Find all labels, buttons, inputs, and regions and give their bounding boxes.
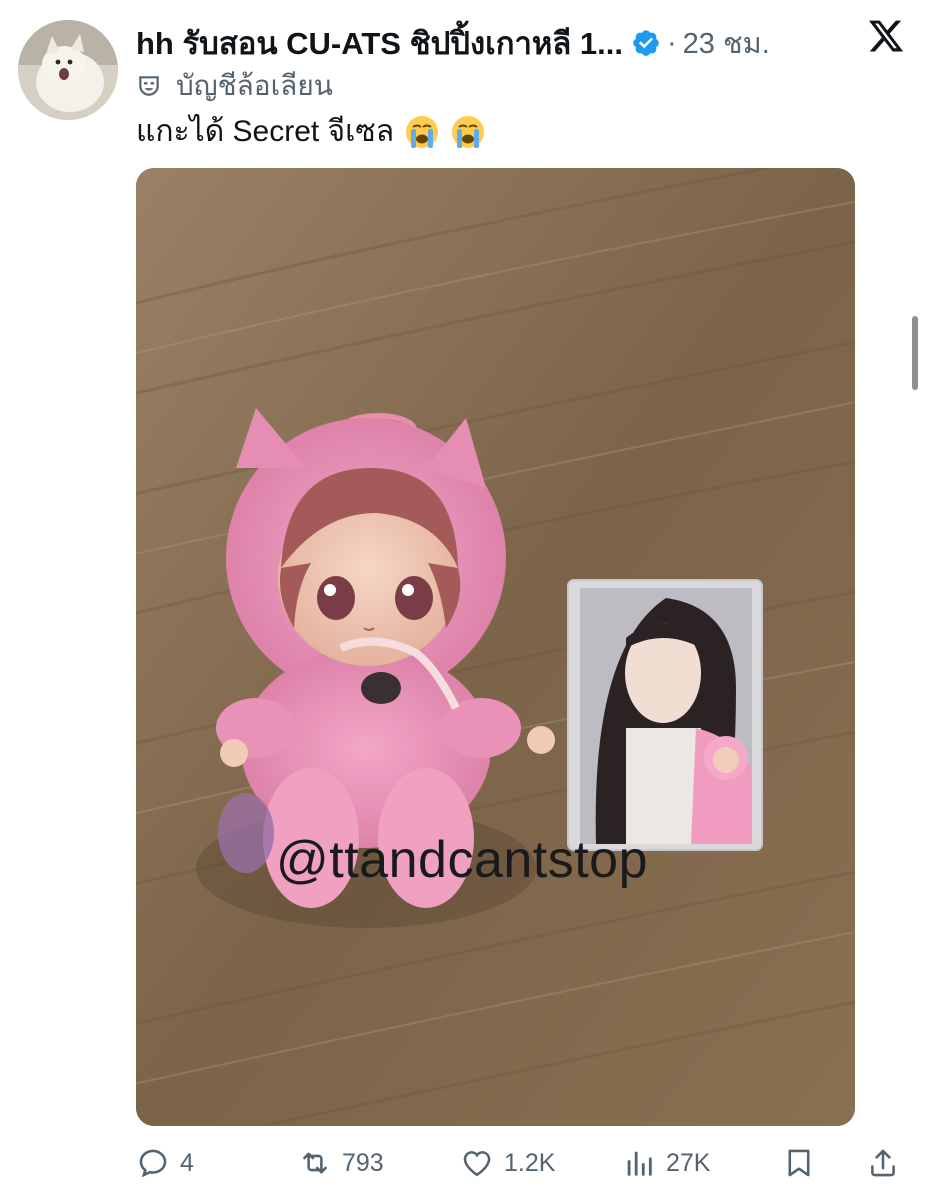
share-button[interactable] [866,1140,900,1186]
tweet-screenshot: hh รับสอน CU-ATS ชิปปิ้งเกาหลี 1... · 23… [0,0,926,1200]
post-time[interactable]: 23 ชม. [683,20,770,66]
parody-label: บัญชีล้อเลียน [136,64,333,108]
bookmark-icon [788,1149,810,1177]
reply-count: 4 [180,1148,194,1177]
repost-button[interactable]: 793 [298,1140,384,1186]
theater-mask-icon [139,76,159,96]
like-button[interactable]: 1.2K [460,1140,555,1186]
separator-dot: · [667,26,677,59]
display-name[interactable]: hh รับสอน CU-ATS ชิปปิ้งเกาหลี 1... [136,18,623,68]
media-watermark-text: @ttandcantstop [276,830,648,890]
watermark-label: @ttandcantstop [276,831,649,889]
heart-icon [463,1151,491,1177]
repost-count: 793 [342,1148,384,1177]
parody-text: บัญชีล้อเลียน [176,70,333,101]
like-count: 1.2K [504,1148,556,1177]
post-media-photo[interactable] [136,168,855,1126]
reply-icon [139,1149,167,1178]
photo-illustration [136,168,855,1126]
post-header: hh รับสอน CU-ATS ชิปปิ้งเกาหลี 1... · 23… [136,18,770,68]
post-text: แกะได้ Secret จีเซล [136,108,486,155]
scrollbar-thumb[interactable] [912,316,918,390]
analytics-bar-icon [627,1151,652,1176]
reply-button[interactable]: 4 [136,1140,194,1186]
post-text-content: แกะได้ Secret จีเซล [136,115,395,148]
views-button[interactable]: 27K [622,1140,710,1186]
verified-badge-icon [633,30,659,56]
avatar[interactable] [18,20,118,120]
views-count: 27K [666,1148,711,1177]
repost-icon [303,1152,327,1174]
action-bar: 4 793 1.2K 27K [0,1140,926,1186]
share-icon [871,1149,895,1177]
bookmark-button[interactable] [782,1140,816,1186]
x-logo-icon[interactable] [866,17,906,55]
loudly-crying-face-icon [452,115,485,148]
loudly-crying-face-icon [406,115,439,148]
